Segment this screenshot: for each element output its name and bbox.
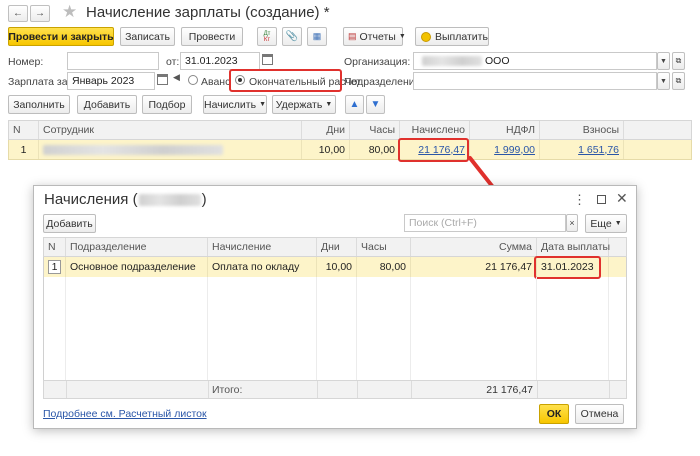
footer-total-label: Итого: <box>212 384 243 396</box>
dialog-table-footer: Итого: 21 176,47 <box>43 380 627 399</box>
more-label: Еще <box>590 217 612 230</box>
drow-n: 1 <box>44 257 66 277</box>
dcol-hours[interactable]: Часы <box>357 238 411 256</box>
dialog-table-gridlines <box>43 277 627 380</box>
dialog-table-header: N Подразделение Начисление Дни Часы Сумм… <box>43 237 627 257</box>
drow-days: 10,00 <box>317 257 357 277</box>
payslip-link[interactable]: Подробнее см. Расчетный листок <box>43 408 207 420</box>
drow-accrual: Оплата по окладу <box>208 257 317 277</box>
pay-date-annotation <box>534 256 601 279</box>
ok-button[interactable]: ОК <box>539 404 569 424</box>
dialog-title-prefix: Начисления ( <box>44 191 138 208</box>
drow-n-value: 1 <box>47 260 62 274</box>
dialog-title-suffix: ) <box>201 191 207 208</box>
dialog-close-icon[interactable]: ✕ <box>616 190 628 207</box>
dcol-pay-date[interactable]: Дата выплаты <box>537 238 610 256</box>
drow-sum: 21 176,47 <box>411 257 537 277</box>
dcol-accrual[interactable]: Начисление <box>208 238 317 256</box>
search-placeholder: Поиск (Ctrl+F) <box>409 217 477 229</box>
dialog-title: Начисления ( ) <box>44 191 207 208</box>
dialog-maximize-icon[interactable] <box>597 195 606 204</box>
dialog-more-button[interactable]: Еще ▼ <box>585 214 627 233</box>
drow-division: Основное подразделение <box>66 257 208 277</box>
footer-total-value: 21 176,47 <box>486 384 533 396</box>
dcol-days[interactable]: Дни <box>317 238 357 256</box>
dcol-sum[interactable]: Сумма <box>411 238 537 256</box>
dcol-division[interactable]: Подразделение <box>66 238 208 256</box>
dialog-search-input[interactable]: Поиск (Ctrl+F) <box>404 214 566 232</box>
dialog-menu-icon[interactable]: ⋮ <box>573 192 586 208</box>
dropdown-arrow-icon: ▼ <box>614 220 622 227</box>
dialog-add-button[interactable]: Добавить <box>43 214 96 233</box>
dcol-n[interactable]: N <box>44 238 66 256</box>
cancel-button[interactable]: Отмена <box>575 404 624 424</box>
clear-icon: × <box>569 218 575 228</box>
dialog-title-redacted <box>138 193 201 206</box>
drow-hours: 80,00 <box>357 257 411 277</box>
search-clear-button[interactable]: × <box>566 214 578 232</box>
